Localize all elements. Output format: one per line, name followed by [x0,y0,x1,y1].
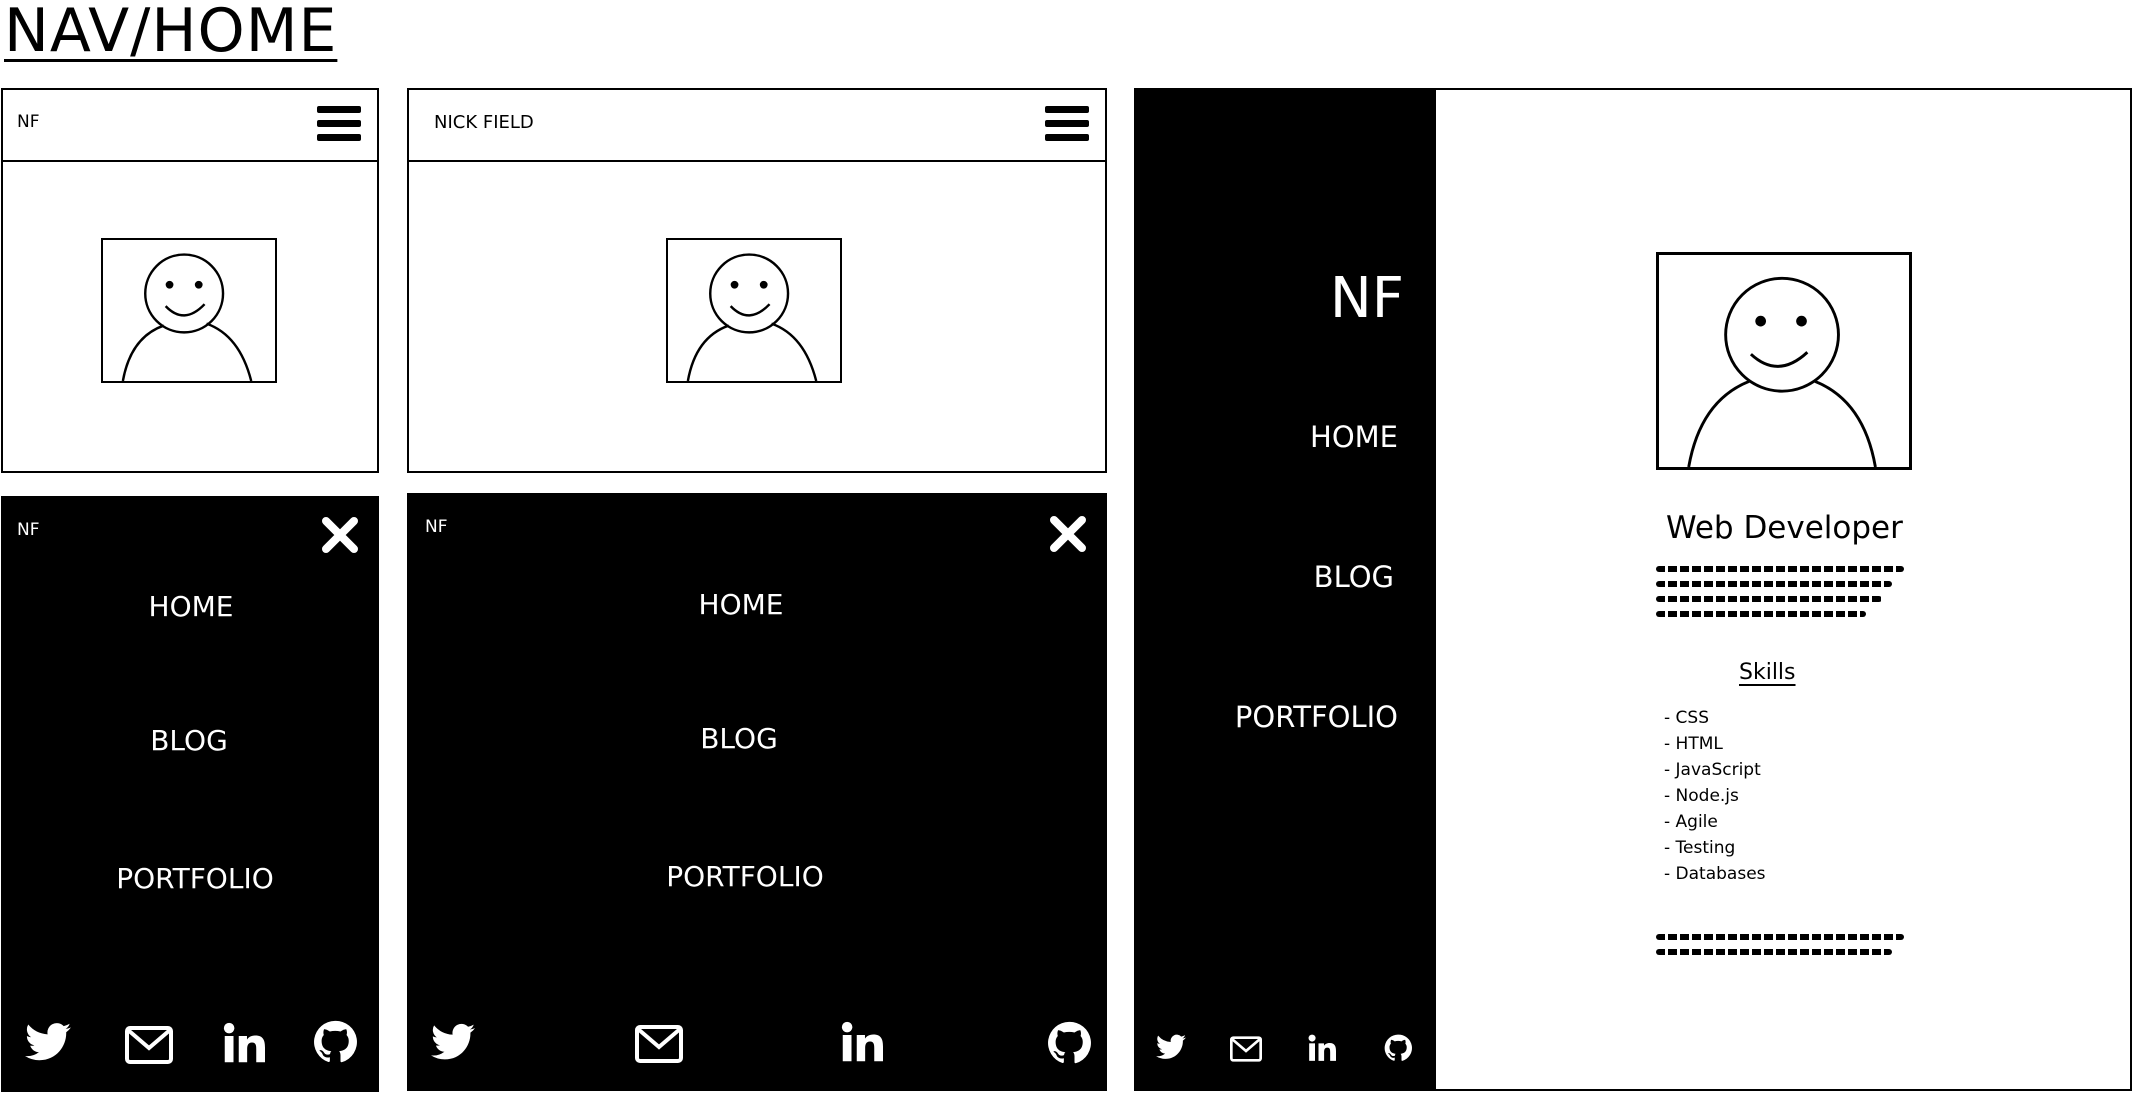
menu-link-portfolio[interactable]: PORTFOLIO [116,862,274,895]
linkedin-icon[interactable] [1308,1034,1336,1062]
footer-placeholder-text [1656,934,1906,955]
avatar-placeholder-icon [686,253,818,381]
close-icon[interactable] [321,516,359,554]
tablet-top-bar: NICK FIELD [409,90,1105,162]
bio-placeholder-text [1656,566,1906,617]
mail-icon[interactable] [125,1026,173,1064]
profile-photo [666,238,842,383]
hamburger-menu-icon[interactable] [1045,106,1089,142]
mobile-closed-frame: NF [1,88,379,473]
menu-link-blog[interactable]: BLOG [700,722,778,755]
menu-link-blog[interactable]: BLOG [150,724,228,757]
desktop-sidebar: NF HOME BLOG PORTFOLIO [1136,90,1436,1089]
menu-link-portfolio[interactable]: PORTFOLIO [666,860,824,893]
sidebar-link-portfolio[interactable]: PORTFOLIO [1235,700,1398,734]
mail-icon[interactable] [1230,1036,1262,1062]
brand-logo[interactable]: NF [17,520,40,540]
avatar-placeholder-icon [1687,276,1877,467]
brand-logo[interactable]: NF [1330,266,1404,331]
mail-icon[interactable] [635,1025,683,1063]
menu-link-home[interactable]: HOME [149,590,234,623]
github-icon[interactable] [1384,1034,1412,1062]
twitter-icon[interactable] [431,1023,475,1061]
profile-heading: Web Developer [1666,510,1903,546]
skill-item: - JavaScript [1664,760,1761,780]
skill-item: - Agile [1664,812,1718,832]
hamburger-menu-icon[interactable] [317,106,361,142]
page-title: NAV/HOME [4,0,338,66]
mobile-open-menu: NF HOME BLOG PORTFOLIO [1,496,379,1092]
skills-heading: Skills [1739,660,1796,685]
github-icon[interactable] [313,1020,357,1064]
skill-item: - Testing [1664,838,1736,858]
skill-item: - Node.js [1664,786,1739,806]
skills-list: - CSS - HTML - JavaScript - Node.js - Ag… [1664,708,1766,890]
brand-logo[interactable]: NF [17,112,40,132]
twitter-icon[interactable] [1156,1034,1186,1060]
skill-item: - Databases [1664,864,1766,884]
twitter-icon[interactable] [25,1022,71,1062]
brand-name[interactable]: NICK FIELD [434,112,534,133]
sidebar-link-blog[interactable]: BLOG [1314,560,1394,594]
linkedin-icon[interactable] [223,1022,265,1064]
avatar-placeholder-icon [121,253,253,381]
skill-item: - CSS [1664,708,1709,728]
profile-photo [1656,252,1912,470]
tablet-open-menu: NF HOME BLOG PORTFOLIO [407,493,1107,1091]
brand-logo[interactable]: NF [425,517,448,537]
menu-link-home[interactable]: HOME [699,588,784,621]
desktop-frame: NF HOME BLOG PORTFOLIO Web Developer Ski… [1134,88,2132,1091]
skill-item: - HTML [1664,734,1723,754]
close-icon[interactable] [1049,515,1087,553]
sidebar-link-home[interactable]: HOME [1310,420,1398,454]
mobile-top-bar: NF [3,90,377,162]
linkedin-icon[interactable] [841,1021,883,1063]
profile-photo [101,238,277,383]
github-icon[interactable] [1047,1021,1091,1065]
tablet-closed-frame: NICK FIELD [407,88,1107,473]
